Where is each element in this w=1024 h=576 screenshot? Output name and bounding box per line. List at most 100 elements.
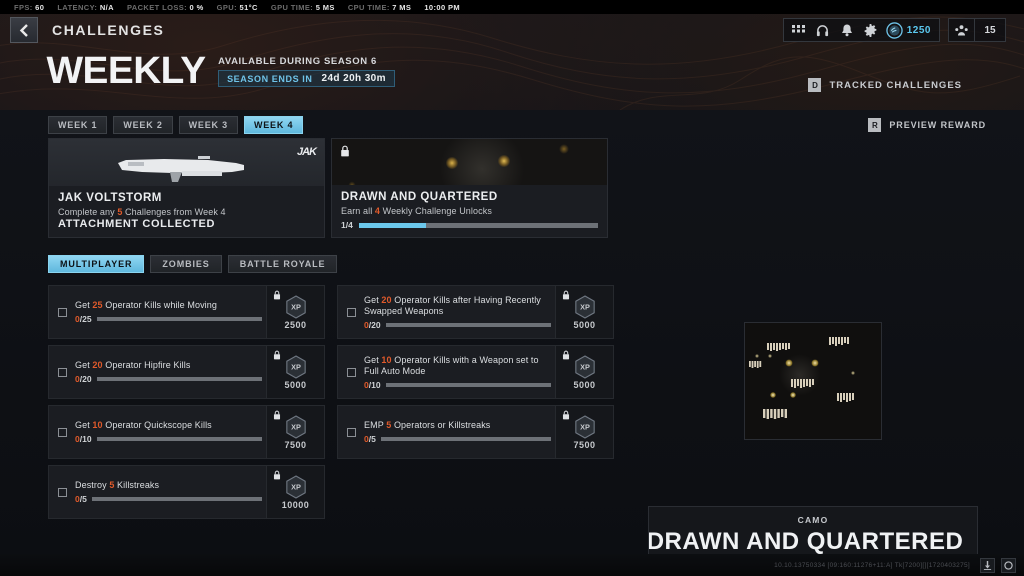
lock-icon <box>562 350 570 360</box>
preview-reward-button[interactable]: R PREVIEW REWARD <box>868 118 986 132</box>
camo-preview-image <box>744 322 882 440</box>
xp-hex-icon: XP <box>285 414 306 439</box>
cod-points-value: 1250 <box>906 24 931 36</box>
squad-group[interactable]: 15 <box>948 18 1006 42</box>
header-actions: 1250 15 <box>782 18 1006 42</box>
preview-reward-label: PREVIEW REWARD <box>889 120 986 130</box>
challenge-progress-text: 0/10 <box>75 434 92 444</box>
challenge-progress-goal: /5 <box>79 494 87 504</box>
mode-tab-battle-royale[interactable]: BATTLE ROYALE <box>227 255 338 273</box>
attachment-card-body: JAK VOLTSTORM Complete any 5 Challenges … <box>49 186 324 237</box>
page-title: CHALLENGES <box>52 22 165 38</box>
challenge-reward-amount: 7500 <box>573 439 596 450</box>
banner-title: WEEKLY <box>46 50 206 92</box>
back-button[interactable] <box>10 17 38 43</box>
challenge-progress-rail <box>380 437 551 441</box>
challenge-checkbox[interactable] <box>58 307 67 317</box>
week-tab-bar: WEEK 1 WEEK 2 WEEK 3 WEEK 4 <box>48 116 304 134</box>
header-icon-group: 1250 <box>782 18 940 42</box>
challenges-screen: FPS: 60 LATENCY: N/A PACKET LOSS: 0 % GP… <box>0 0 1024 576</box>
perf-stat-fps: FPS: 60 <box>14 2 45 12</box>
lock-icon <box>341 145 349 157</box>
profile-icon[interactable] <box>1001 557 1016 573</box>
challenge-progress-goal: /20 <box>368 319 381 330</box>
challenge-progress-text: 0/5 <box>75 494 87 504</box>
camo-name: DRAWN AND QUARTERED <box>341 191 498 203</box>
camo-detail-name: DRAWN AND QUARTERED <box>648 528 964 555</box>
mode-tab-multiplayer[interactable]: MULTIPLAYER <box>48 255 145 273</box>
mode-tab-zombies[interactable]: ZOMBIES <box>150 255 222 273</box>
squad-glyph <box>955 24 968 36</box>
challenge-reward-amount: 2500 <box>284 319 307 330</box>
challenge-progress: 0/10 <box>364 380 551 390</box>
attachment-brand-logo: JAK <box>296 146 317 158</box>
challenge-row[interactable]: Get 10 Operator Kills with a Weapon set … <box>337 345 614 399</box>
gear-icon[interactable] <box>860 19 882 41</box>
challenge-reward: XP 5000 <box>555 346 613 398</box>
download-glyph <box>983 560 992 570</box>
week-tab-4[interactable]: WEEK 4 <box>243 116 304 134</box>
challenge-row[interactable]: Destroy 5 Killstreaks 0/5 XP 10000 <box>48 465 325 519</box>
challenge-row[interactable]: Get 20 Operator Hipfire Kills 0/20 XP 5000 <box>48 345 325 399</box>
lock-icon <box>562 410 570 420</box>
apps-grid-glyph <box>792 24 806 32</box>
camo-progress: 1/4 <box>341 220 598 230</box>
challenge-main: Get 10 Operator Quickscope Kills 0/10 <box>67 420 266 444</box>
perf-stat-gpu-temp: GPU: 51°C <box>216 2 258 12</box>
challenge-row[interactable]: Get 25 Operator Kills while Moving 0/25 XP… <box>48 285 325 339</box>
challenge-checkbox[interactable] <box>347 307 356 317</box>
challenge-description: Get 10 Operator Kills with a Weapon set … <box>364 355 551 377</box>
cod-points[interactable]: 1250 <box>884 21 935 39</box>
lock-icon <box>273 350 281 360</box>
challenge-progress-goal: /10 <box>368 379 381 390</box>
svg-text:XP: XP <box>291 482 301 491</box>
challenge-text-post: Operator Hipfire Kills <box>102 360 191 370</box>
squad-count: 15 <box>984 24 996 36</box>
challenge-text-pre: EMP <box>364 420 387 430</box>
challenge-row[interactable]: EMP 5 Operators or Killstreaks 0/5 XP 7500 <box>337 405 614 459</box>
challenge-row[interactable]: Get 10 Operator Quickscope Kills 0/10 XP 75… <box>48 405 325 459</box>
challenge-description: Get 20 Operator Hipfire Kills <box>75 360 262 371</box>
challenge-checkbox[interactable] <box>58 427 67 437</box>
challenge-main: Get 10 Operator Kills with a Weapon set … <box>356 355 555 390</box>
weekly-banner: WEEKLY AVAILABLE DURING SEASON 6 SEASON … <box>0 46 1024 110</box>
reward-card-camo[interactable]: DRAWN AND QUARTERED Earn all 4 Weekly Ch… <box>331 138 608 238</box>
season-timer-label: SEASON ENDS IN <box>227 73 313 84</box>
week-tab-1[interactable]: WEEK 1 <box>48 116 108 134</box>
perf-stat-packet-loss: PACKET LOSS: 0 % <box>126 2 204 12</box>
challenge-text-pre: Get <box>364 294 382 305</box>
challenge-target-number: 10 <box>92 420 103 430</box>
week-tab-3[interactable]: WEEK 3 <box>178 116 238 134</box>
challenge-checkbox[interactable] <box>347 427 356 437</box>
headset-icon[interactable] <box>812 19 834 41</box>
challenge-checkbox[interactable] <box>347 367 356 377</box>
banner-meta: AVAILABLE DURING SEASON 6 SEASON ENDS IN… <box>218 56 395 90</box>
squad-icon <box>949 19 975 41</box>
challenge-reward: XP 7500 <box>555 406 613 458</box>
challenge-row[interactable]: Get 20 Operator Kills after Having Recen… <box>337 285 614 339</box>
lock-icon <box>562 290 570 300</box>
challenge-reward: XP 2500 <box>266 286 324 338</box>
apps-grid-icon[interactable] <box>788 19 810 41</box>
challenge-checkbox[interactable] <box>58 487 67 497</box>
challenge-reward: XP 5000 <box>555 286 613 338</box>
challenge-checkbox[interactable] <box>58 367 67 377</box>
camo-desc: Earn all 4 Weekly Challenge Unlocks <box>341 206 492 216</box>
challenge-list: Get 25 Operator Kills while Moving 0/25 XP… <box>48 285 620 519</box>
reward-card-attachment[interactable]: JAK JAK VOLTSTORM Complete any 5 Challen… <box>48 138 325 238</box>
camo-progress-fill <box>358 222 426 228</box>
challenge-progress: 0/20 <box>75 374 262 384</box>
challenge-progress-rail <box>385 322 551 327</box>
chevron-left-icon <box>19 23 28 37</box>
challenge-progress: 0/5 <box>364 434 551 444</box>
challenge-text-post: Operator Quickscope Kills <box>102 420 212 430</box>
tracked-challenges-button[interactable]: D TRACKED CHALLENGES <box>808 78 962 92</box>
challenge-reward: XP 5000 <box>266 346 324 398</box>
preview-reward-keycap: R <box>868 118 882 132</box>
download-icon[interactable] <box>980 557 995 573</box>
challenge-progress-goal: /10 <box>79 434 92 444</box>
bell-icon[interactable] <box>836 19 858 41</box>
challenge-description: EMP 5 Operators or Killstreaks <box>364 420 551 431</box>
weapon-render-icon <box>117 156 244 182</box>
week-tab-2[interactable]: WEEK 2 <box>113 116 173 134</box>
